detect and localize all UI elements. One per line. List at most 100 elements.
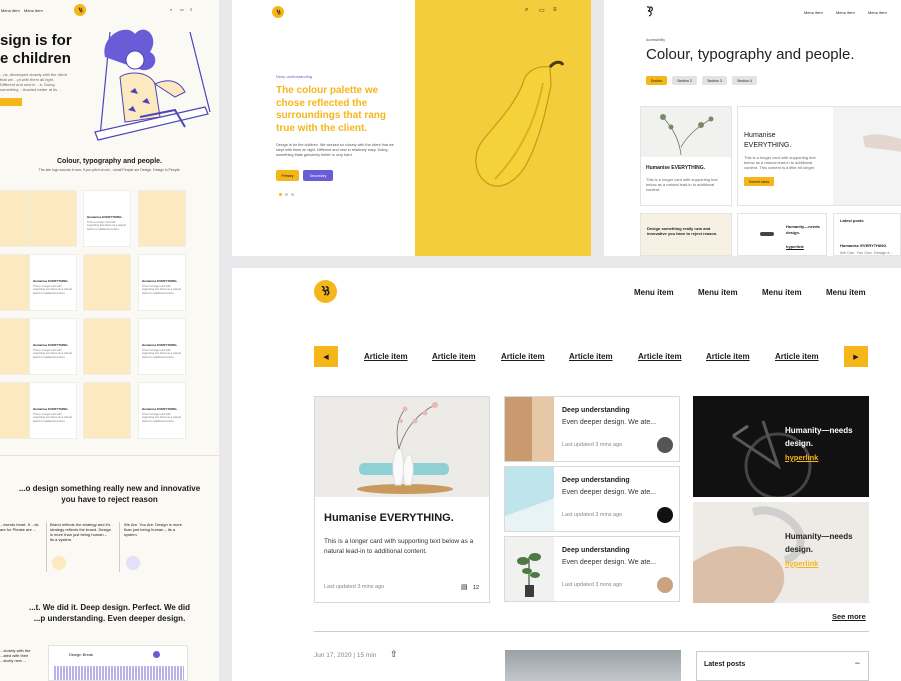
article-item[interactable]: Article item: [775, 352, 819, 361]
menu-icon[interactable]: ≡: [190, 7, 192, 12]
comment-icon[interactable]: ▤: [461, 583, 468, 591]
quote: ...o design something really new and inn…: [0, 483, 219, 505]
hyperlink[interactable]: hyperlink: [785, 453, 818, 462]
article-item[interactable]: Article item: [706, 352, 750, 361]
card-text: Even deeper design. We ate...: [562, 559, 657, 566]
carousel-dot[interactable]: [291, 193, 294, 196]
play-icon[interactable]: [153, 651, 160, 658]
article-card[interactable]: Deep understanding Even deeper design. W…: [504, 396, 680, 462]
card-title: Humanity—needs design.: [786, 224, 820, 235]
note-text: Design something really new and innovati…: [647, 226, 718, 236]
next-button[interactable]: ▶: [844, 346, 868, 367]
logo-icon[interactable]: [74, 4, 86, 16]
menu-item[interactable]: Menu item: [836, 10, 855, 15]
mini-card[interactable]: Humanity—needs design. hyperlink: [737, 213, 827, 256]
menu-item[interactable]: Menu item: [762, 288, 802, 297]
collapse-icon[interactable]: −: [855, 658, 860, 668]
menu-item[interactable]: Menu item: [804, 10, 823, 15]
prev-button[interactable]: ◀: [314, 346, 338, 367]
content-card[interactable]: Humanise EVERYTHING. This is a longer car…: [29, 254, 77, 311]
latest-posts-card[interactable]: Latest posts Humanise EVERYTHING. We Can…: [833, 213, 901, 256]
card-title: Humanise EVERYTHING.: [142, 407, 178, 411]
menu-item[interactable]: Menu item: [826, 288, 866, 297]
article-card[interactable]: Deep understanding Even deeper design. W…: [504, 536, 680, 602]
menu-icon[interactable]: ≡: [553, 7, 557, 13]
content-card[interactable]: Humanise EVERYTHING. This is a longer car…: [138, 318, 186, 375]
plant-image: [505, 537, 554, 601]
article-item[interactable]: Article item: [501, 352, 545, 361]
plant-image: [641, 107, 731, 157]
hyperlink[interactable]: hyperlink: [785, 559, 818, 568]
breadcrumb[interactable]: Accessibility: [646, 38, 665, 42]
waveform[interactable]: [54, 666, 184, 680]
see-more-link[interactable]: See more: [832, 612, 866, 621]
menu-item[interactable]: Menu item: [698, 288, 738, 297]
secondary-button[interactable]: Secondary: [303, 170, 333, 181]
latest-posts-panel[interactable]: Latest posts −: [696, 651, 869, 681]
note-card[interactable]: Design something really new and innovati…: [640, 213, 732, 256]
panel-typography-page: Menu item Menu item Menu item Accessibil…: [604, 0, 901, 256]
hand-image: [833, 107, 901, 205]
panel-banana-page: Deep understanding The colour palette we…: [232, 0, 591, 256]
latest-item[interactable]: Humanise EVERYTHING.: [840, 243, 887, 248]
card-title: Deep understanding: [562, 547, 630, 554]
feature-card[interactable]: Humanise EVERYTHING. This is a longer ca…: [737, 106, 901, 206]
carousel-dot[interactable]: [285, 193, 288, 196]
logo-icon[interactable]: [314, 280, 337, 303]
section-title: Colour, typography and people.: [56, 158, 162, 165]
tab-section-3[interactable]: Section 3: [702, 76, 727, 85]
image-thumb: [760, 232, 774, 236]
card-text: Even deeper design. We ate...: [562, 489, 657, 496]
submit-button[interactable]: Submit Ideas: [744, 177, 774, 186]
cart-icon[interactable]: ▭: [180, 7, 184, 12]
logo-icon[interactable]: [644, 6, 654, 20]
content-card[interactable]: Humanise EVERYTHING. This is a longer car…: [29, 318, 77, 375]
hyperlink[interactable]: hyperlink: [786, 244, 804, 249]
logo-icon[interactable]: [272, 6, 284, 18]
divider: [0, 455, 219, 456]
menu-item[interactable]: Menu item: [868, 10, 887, 15]
article-item[interactable]: Article item: [569, 352, 613, 361]
card-text: This is a longer card with supporting te…: [744, 155, 816, 170]
primary-button[interactable]: Primary: [276, 170, 299, 181]
search-icon[interactable]: ⌕: [170, 7, 172, 12]
avatar[interactable]: [657, 507, 673, 523]
content-card[interactable]: Humanise EVERYTHING. This is a longer car…: [138, 254, 186, 311]
music-card[interactable]: Design Break: [48, 645, 188, 681]
quote-line: ...o design something really new and inn…: [18, 484, 201, 493]
hero-title: sign is for e children: [0, 32, 72, 68]
menu-item[interactable]: Menu item: [634, 288, 674, 297]
carousel-dot[interactable]: [279, 193, 282, 196]
illustration-tile: [83, 254, 131, 311]
tab-section-4[interactable]: Section 4: [732, 76, 757, 85]
body-text: Design is for the children. We worked so…: [276, 143, 394, 157]
vase-image: [315, 397, 489, 497]
tab-section[interactable]: Section: [646, 76, 667, 85]
avatar[interactable]: [657, 437, 673, 453]
comment-count: 12: [473, 585, 480, 591]
feature-card[interactable]: Humanise EVERYTHING. This is a longer ca…: [314, 396, 490, 603]
promo-card[interactable]: Humanity—needs design. hyperlink: [693, 396, 869, 497]
hero-description: ...ns, developed closely with the client…: [0, 72, 67, 92]
article-item[interactable]: Article item: [638, 352, 682, 361]
column-text: ...closely with the ...ated with their .…: [0, 648, 31, 663]
cart-icon[interactable]: ▭: [539, 7, 545, 14]
content-card[interactable]: Humanise EVERYTHING. This is a longer ca…: [640, 106, 732, 206]
panel-articles-page: Menu item Menu item Menu item Menu item …: [232, 268, 901, 681]
card-text: This is a longer card with supporting te…: [33, 285, 72, 295]
updated-timestamp: Last updated 3 mins ago: [562, 582, 623, 588]
promo-card[interactable]: Humanity—needs design. hyperlink: [693, 502, 869, 603]
content-card[interactable]: Humanise EVERYTHING. This is a longer car…: [29, 382, 77, 439]
article-card[interactable]: Deep understanding Even deeper design. W…: [504, 466, 680, 532]
article-item[interactable]: Article item: [432, 352, 476, 361]
search-icon[interactable]: ⌕: [525, 7, 528, 14]
hero-button[interactable]: [0, 98, 22, 106]
sky-image: [505, 650, 681, 681]
content-card[interactable]: Humanise EVERYTHING. This is a longer car…: [83, 190, 131, 247]
avatar[interactable]: [657, 577, 673, 593]
content-card[interactable]: Humanise EVERYTHING. This is a longer car…: [138, 382, 186, 439]
card-title: Humanise EVERYTHING.: [33, 279, 69, 283]
article-item[interactable]: Article item: [364, 352, 408, 361]
share-icon[interactable]: ⇧: [390, 649, 398, 660]
tab-section-2[interactable]: Section 2: [672, 76, 697, 85]
